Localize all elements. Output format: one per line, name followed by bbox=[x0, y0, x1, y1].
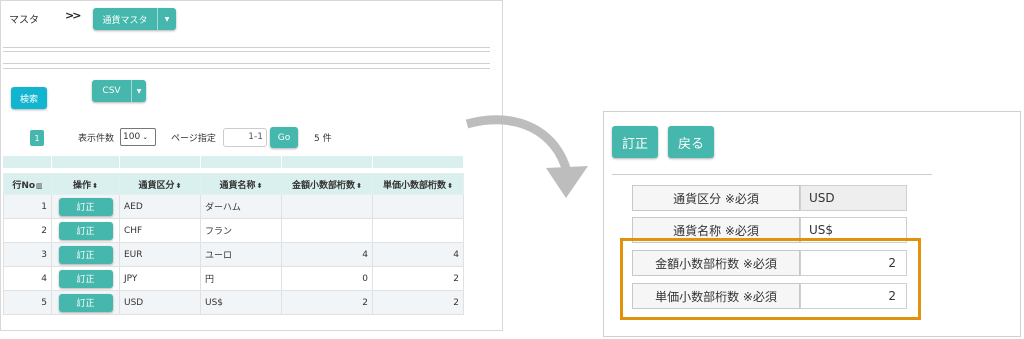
row-no: 2 bbox=[3, 218, 52, 243]
row-no: 1 bbox=[3, 194, 52, 219]
caret-down-icon[interactable]: ▼ bbox=[158, 8, 176, 30]
currency-code: AED bbox=[119, 194, 201, 219]
per-page-label: 表示件数 bbox=[78, 134, 115, 144]
table-row: 1 訂正 AED ダーハム bbox=[3, 194, 464, 219]
page-number-button[interactable]: 1 bbox=[30, 130, 44, 146]
edit-row-button[interactable]: 訂正 bbox=[58, 245, 113, 264]
currency-name: ダーハム bbox=[200, 194, 282, 219]
per-page-value: 100 bbox=[123, 132, 141, 142]
breadcrumb[interactable]: マスタ bbox=[9, 11, 39, 26]
csv-button-label: CSV bbox=[92, 80, 132, 102]
highlight-box bbox=[620, 238, 921, 320]
page-jump-input[interactable]: 1-1 bbox=[223, 128, 267, 147]
edit-row-button[interactable]: 訂正 bbox=[58, 269, 113, 288]
column-header-name[interactable]: 通貨名称⬍ bbox=[200, 173, 282, 195]
field-label: 通貨区分 ※必須 bbox=[632, 185, 800, 211]
edit-row-button[interactable]: 訂正 bbox=[58, 197, 113, 216]
sort-icon: ⬍ bbox=[256, 181, 263, 190]
currency-code: CHF bbox=[119, 218, 201, 243]
currency-code: EUR bbox=[119, 242, 201, 267]
amount-decimals bbox=[281, 218, 373, 243]
unit-decimals: 2 bbox=[372, 290, 464, 315]
column-header-unit-decimals[interactable]: 単価小数部桁数⬍ bbox=[372, 173, 464, 195]
page-jump-label: ページ指定 bbox=[171, 134, 216, 144]
search-button[interactable]: 検索 bbox=[11, 87, 47, 109]
column-header-row-no[interactable]: 行No▥ bbox=[3, 173, 52, 195]
currency-table: 行No▥ 操作⬍ 通貨区分⬍ 通貨名称⬍ 金額小数部桁数⬍ 単価小数部桁数⬍ 1… bbox=[3, 173, 464, 315]
curved-arrow-icon bbox=[465, 115, 588, 198]
edit-row-button[interactable]: 訂正 bbox=[58, 221, 113, 240]
edit-screen-panel: 訂正 戻る 通貨区分 ※必須 USD 通貨名称 ※必須 US$ 金額小数部桁数 … bbox=[603, 111, 1021, 337]
back-button[interactable]: 戻る bbox=[668, 126, 714, 158]
currency-master-menu-button[interactable]: 通貨マスタ ▼ bbox=[93, 8, 176, 30]
per-page-select[interactable]: 100 ⌄ bbox=[120, 128, 156, 146]
column-header-action[interactable]: 操作⬍ bbox=[51, 173, 120, 195]
divider bbox=[3, 51, 490, 52]
fix-button[interactable]: 訂正 bbox=[612, 126, 658, 158]
table-row: 5 訂正 USD US$ 2 2 bbox=[3, 290, 464, 315]
amount-decimals: 2 bbox=[281, 290, 373, 315]
column-header-code[interactable]: 通貨区分⬍ bbox=[119, 173, 201, 195]
menu-button-label: 通貨マスタ bbox=[93, 8, 158, 30]
chevron-down-icon: ⌄ bbox=[142, 133, 149, 141]
currency-name: US$ bbox=[200, 290, 282, 315]
table-row: 3 訂正 EUR ユーロ 4 4 bbox=[3, 242, 464, 267]
unit-decimals: 2 bbox=[372, 266, 464, 291]
amount-decimals: 4 bbox=[281, 242, 373, 267]
column-header-amount-decimals[interactable]: 金額小数部桁数⬍ bbox=[281, 173, 373, 195]
go-button[interactable]: Go bbox=[270, 127, 298, 148]
csv-button[interactable]: CSV ▼ bbox=[92, 80, 146, 102]
currency-name: フラン bbox=[200, 218, 282, 243]
sort-icon: ⬍ bbox=[175, 181, 182, 190]
list-screen-panel: マスタ >> 通貨マスタ ▼ 検索 CSV ▼ 1 表示件数 100 ⌄ ページ… bbox=[0, 0, 503, 331]
result-count: 5 件 bbox=[314, 134, 332, 144]
breadcrumb-separator-icon: >> bbox=[65, 9, 82, 22]
currency-code: USD bbox=[119, 290, 201, 315]
row-no: 4 bbox=[3, 266, 52, 291]
currency-code: JPY bbox=[119, 266, 201, 291]
amount-decimals bbox=[281, 194, 373, 219]
row-no: 3 bbox=[3, 242, 52, 267]
divider bbox=[3, 63, 490, 64]
row-no: 5 bbox=[3, 290, 52, 315]
currency-name: 円 bbox=[200, 266, 282, 291]
table-row: 4 訂正 JPY 円 0 2 bbox=[3, 266, 464, 291]
divider bbox=[3, 47, 490, 48]
divider bbox=[612, 174, 932, 175]
form-row-currency-code: 通貨区分 ※必須 USD bbox=[632, 185, 907, 211]
currency-name: ユーロ bbox=[200, 242, 282, 267]
amount-decimals: 0 bbox=[281, 266, 373, 291]
trash-icon: ▥ bbox=[36, 181, 43, 190]
unit-decimals bbox=[372, 194, 464, 219]
divider bbox=[3, 68, 490, 69]
currency-code-field: USD bbox=[800, 185, 907, 211]
table-header-row: 行No▥ 操作⬍ 通貨区分⬍ 通貨名称⬍ 金額小数部桁数⬍ 単価小数部桁数⬍ bbox=[3, 173, 464, 195]
unit-decimals bbox=[372, 218, 464, 243]
sort-icon: ⬍ bbox=[356, 181, 362, 190]
filter-row bbox=[3, 156, 463, 168]
table-row: 2 訂正 CHF フラン bbox=[3, 218, 464, 243]
unit-decimals: 4 bbox=[372, 242, 464, 267]
caret-down-icon[interactable]: ▼ bbox=[132, 80, 146, 102]
sort-icon: ⬍ bbox=[92, 181, 98, 190]
sort-icon: ⬍ bbox=[447, 181, 453, 190]
edit-row-button[interactable]: 訂正 bbox=[58, 293, 113, 312]
